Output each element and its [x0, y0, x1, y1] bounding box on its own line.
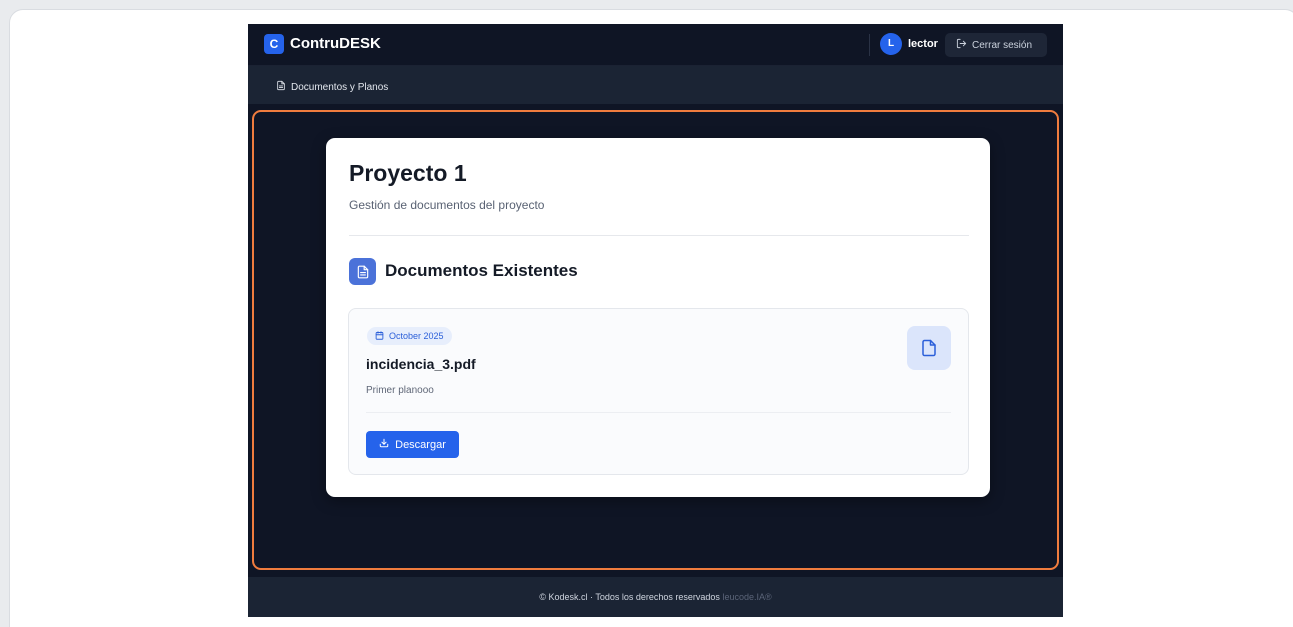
logo-icon[interactable]: C — [264, 34, 284, 54]
footer-brand-link[interactable]: leucode.IA® — [722, 592, 771, 602]
footer: © Kodesk.cl · Todos los derechos reserva… — [248, 577, 1063, 617]
calendar-icon — [375, 330, 384, 342]
footer-text: © Kodesk.cl · Todos los derechos reserva… — [539, 592, 720, 602]
page-title: Proyecto 1 — [349, 160, 467, 186]
section-title: Documentos Existentes — [385, 261, 578, 280]
nav-item-label: Documentos y Planos — [291, 81, 389, 93]
download-button[interactable]: Descargar — [366, 431, 459, 458]
document-icon — [276, 80, 286, 94]
date-badge: October 2025 — [367, 327, 452, 345]
file-name: incidencia_3.pdf — [366, 356, 476, 372]
username[interactable]: lector — [908, 38, 938, 50]
logout-button[interactable]: Cerrar sesión — [945, 33, 1047, 57]
page-subtitle: Gestión de documentos del proyecto — [349, 198, 545, 212]
top-navbar: C ContruDESK L lector Cerrar sesión — [248, 24, 1063, 66]
divider — [349, 235, 969, 236]
divider — [366, 412, 951, 413]
sub-navbar: Documentos y Planos — [248, 66, 1063, 104]
documents-section-icon — [349, 258, 376, 285]
app-container: C ContruDESK L lector Cerrar sesión Docu… — [248, 24, 1063, 617]
app-name[interactable]: ContruDESK — [290, 35, 381, 52]
logout-icon — [956, 38, 967, 52]
file-icon — [907, 326, 951, 370]
project-card: Proyecto 1 Gestión de documentos del pro… — [326, 138, 990, 497]
download-label: Descargar — [395, 438, 446, 451]
logout-label: Cerrar sesión — [972, 39, 1033, 51]
download-icon — [379, 438, 389, 451]
main-content: Proyecto 1 Gestión de documentos del pro… — [252, 110, 1059, 570]
date-label: October 2025 — [389, 331, 444, 341]
nav-item-documentos[interactable]: Documentos y Planos — [276, 80, 388, 94]
file-description: Primer planooo — [366, 385, 434, 396]
document-card: October 2025 incidencia_3.pdf Primer pla… — [348, 308, 969, 475]
topbar-divider — [869, 34, 870, 56]
avatar[interactable]: L — [880, 33, 902, 55]
